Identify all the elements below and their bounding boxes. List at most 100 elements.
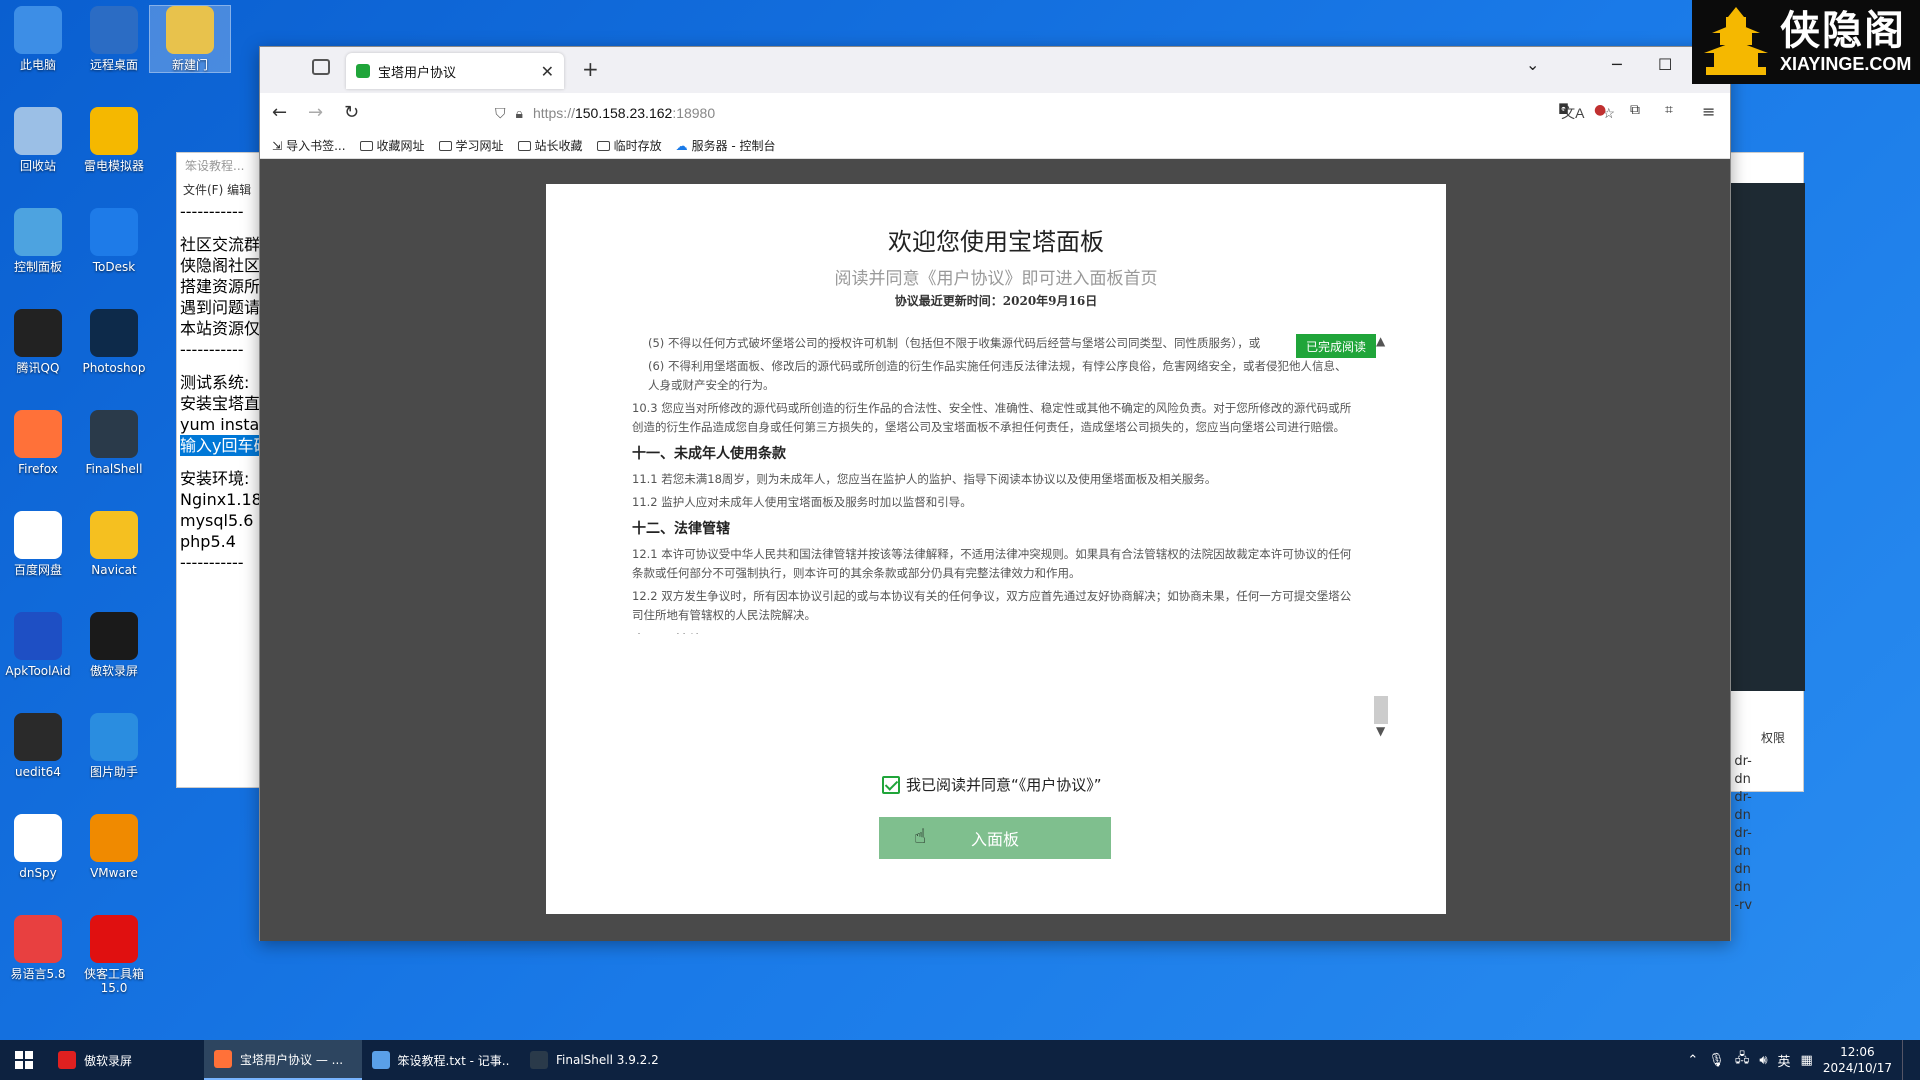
url-bar[interactable]: ⛉ 🔒︎ https:// 150.158.23.162 :18980 文A ☆	[495, 96, 1615, 130]
desktop-icon-qq[interactable]: 腾讯QQ	[0, 309, 78, 375]
notepad-line: php5.4	[180, 532, 236, 551]
desktop-icon-recycle-bin[interactable]: 回收站	[0, 107, 78, 173]
taskbar-app-icon	[530, 1051, 548, 1069]
scroll-down-icon[interactable]: ▼	[1376, 724, 1385, 738]
taskbar-app-icon	[58, 1051, 76, 1069]
minimize-icon[interactable]: ─	[1612, 55, 1622, 74]
agreement-paragraph: 12.2 双方发生争议时，所有因本协议引起的或与本协议有关的任何争议，双方应首先…	[632, 589, 1352, 622]
notepad-line: -----------	[180, 202, 244, 221]
taskbar-app-icon	[372, 1051, 390, 1069]
desktop-icon-photoshop[interactable]: Photoshop	[74, 309, 154, 375]
desktop-icon-ldplayer[interactable]: 雷电模拟器	[74, 107, 154, 173]
desktop-icon-label: FinalShell	[85, 462, 143, 476]
back-icon[interactable]: ←	[272, 102, 287, 123]
system-tray: ⌃ 🎙︎ 🖧︎ 🔊︎ 英 ▦ 12:06 2024/10/17	[1687, 1040, 1920, 1080]
tab-active[interactable]: 宝塔用户协议 ✕	[346, 53, 564, 89]
desktop-icon-label: ApkToolAid	[5, 664, 71, 678]
bookmark-label: 学习网址	[455, 139, 504, 153]
taskbar: 傲软录屏 宝塔用户协议 — ... 笨设教程.txt - 记事... FinalShe…	[0, 1040, 1920, 1080]
profile-avatar-icon[interactable]: ●	[1594, 102, 1606, 118]
desktop-icon-picture-helper[interactable]: 图片助手	[74, 713, 154, 779]
taskbar-app[interactable]: FinalShell 3.9.2.2	[520, 1040, 678, 1080]
taskbar-app[interactable]: 笨设教程.txt - 记事...	[362, 1040, 520, 1080]
extensions-icon[interactable]: ⧉	[1630, 102, 1640, 118]
notepad-line: 侠隐阁社区	[180, 256, 259, 275]
computer-icon	[14, 6, 62, 54]
bookmark-item[interactable]: 临时存放	[596, 137, 662, 154]
folder-icon	[166, 6, 214, 54]
tab-list-chevron-icon[interactable]: ⌄	[1526, 55, 1539, 74]
ime-indicator[interactable]: 英	[1778, 1051, 1791, 1070]
agreement-paragraph: 11.1 若您未满18周岁，则为未成年人，您应当在监护人的监护、指导下阅读本协议…	[632, 472, 1217, 486]
scroll-up-icon[interactable]: ▲	[1376, 334, 1385, 348]
browser-window[interactable]: 宝塔用户协议 ✕ + ⌄ ─ ☐ ✕ ← → ↻ ⛉ 🔒︎ https:// 1…	[259, 46, 1731, 941]
reload-icon[interactable]: ↻	[344, 102, 359, 123]
volume-icon[interactable]: 🔊︎	[1759, 1053, 1767, 1068]
lock-icon[interactable]: 🔒︎	[516, 105, 523, 122]
notepad-text[interactable]: ----------- 社区交流群 侠隐阁社区 搭建资源所 遇到问题请 本站资源仅 ----…	[177, 201, 259, 573]
menu-icon[interactable]: ≡	[1702, 102, 1715, 121]
bookmark-item[interactable]: 站长收藏	[517, 137, 583, 154]
desktop-icon-remote-desktop[interactable]: 远程桌面	[74, 6, 154, 72]
desktop-icon-apktoolaid[interactable]: ApkToolAid	[0, 612, 78, 678]
desktop-icon-screen-recorder[interactable]: 傲软录屏	[74, 612, 154, 678]
taskbar-app[interactable]: 宝塔用户协议 — ...	[204, 1040, 362, 1080]
desktop-icon-ultraedit[interactable]: uedit64	[0, 713, 78, 779]
watermark-en: XIAYINGE.COM	[1780, 54, 1912, 74]
apktoolaid-icon	[14, 612, 62, 660]
desktop-icon-xiake-toolbox[interactable]: 侠客工具箱15.0	[74, 915, 154, 995]
notepad-window[interactable]: 笨设教程... 文件(F) 编辑 ----------- 社区交流群 侠隐阁社区 搭建…	[176, 152, 260, 788]
network-icon[interactable]: 🖧︎	[1735, 1049, 1750, 1071]
dnspy-icon	[14, 814, 62, 862]
nav-bar: ← → ↻ ⛉ 🔒︎ https:// 150.158.23.162 :1898…	[260, 93, 1730, 133]
notepad-line: 社区交流群	[180, 235, 259, 254]
desktop-icon-firefox[interactable]: Firefox	[0, 410, 78, 476]
new-tab-icon[interactable]: +	[582, 57, 599, 81]
notepad-menu[interactable]: 文件(F) 编辑	[177, 179, 259, 201]
notepad-line: Nginx1.18	[180, 490, 259, 509]
desktop-icon-navicat[interactable]: Navicat	[74, 511, 154, 577]
desktop-icon-vmware[interactable]: VMware	[74, 814, 154, 880]
desktop-icon-label: Navicat	[91, 563, 137, 577]
tab-close-icon[interactable]: ✕	[541, 62, 554, 81]
bookmark-item[interactable]: ⇲ 导入书签...	[272, 137, 346, 154]
desktop-icon-computer[interactable]: 此电脑	[0, 6, 78, 72]
bookmark-item[interactable]: 收藏网址	[359, 137, 425, 154]
agreement-updated-date: 协议最近更新时间：2020年9月16日	[894, 294, 1098, 308]
agree-checkbox[interactable]	[882, 775, 900, 794]
tab-overview-icon[interactable]	[312, 59, 330, 75]
taskbar-app-label: 笨设教程.txt - 记事...	[397, 1053, 511, 1068]
desktop-icon-control-panel[interactable]: 控制面板	[0, 208, 78, 274]
desktop-icon-label: 易语言5.8	[10, 967, 66, 981]
show-desktop-button[interactable]	[1902, 1040, 1908, 1080]
bookmark-item[interactable]: 学习网址	[438, 137, 504, 154]
windows-start-icon[interactable]	[0, 1040, 48, 1080]
notepad-line: 输入y回车确	[180, 435, 259, 456]
microphone-icon[interactable]: 🎙︎	[1708, 1053, 1725, 1068]
desktop-icon-todesk[interactable]: ToDesk	[74, 208, 154, 274]
clock[interactable]: 12:06 2024/10/17	[1823, 1044, 1892, 1076]
desktop-icon-baidu-netdisk[interactable]: 百度网盘	[0, 511, 78, 577]
import-icon: ⇲	[272, 138, 283, 153]
scrollbar-thumb[interactable]	[1374, 696, 1388, 724]
forward-icon[interactable]: →	[308, 102, 323, 123]
maximize-icon[interactable]: ☐	[1658, 55, 1672, 74]
folder-icon	[596, 140, 610, 151]
modal-subtitle: 阅读并同意《用户协议》即可进入面板首页	[834, 269, 1158, 289]
desktop-icon-folder[interactable]: 新建门	[149, 5, 231, 73]
desktop-icon-label: 雷电模拟器	[83, 159, 144, 173]
agreement-text[interactable]: (5) 不得以任何方式破坏堡塔公司的授权许可机制（包括但不限于收集源代码后经营与…	[632, 334, 1352, 634]
bookmark-item[interactable]: ☁ 服务器 - 控制台	[676, 137, 776, 154]
input-grid-icon[interactable]: ▦	[1801, 1053, 1813, 1068]
control-panel-icon	[14, 208, 62, 256]
taskbar-app[interactable]: 傲软录屏	[48, 1040, 204, 1080]
desktop-icon-finalshell[interactable]: FinalShell	[74, 410, 154, 476]
crop-icon[interactable]: ⌗	[1665, 102, 1673, 118]
agree-checkbox-row[interactable]: 我已阅读并同意“《用户协议》”	[882, 774, 1102, 795]
desktop-icon-eyuyan[interactable]: 易语言5.8	[0, 915, 78, 981]
tray-chevron-icon[interactable]: ⌃	[1687, 1053, 1698, 1068]
desktop-icon-dnspy[interactable]: dnSpy	[0, 814, 78, 880]
pocket-icon[interactable]: ◘	[1558, 102, 1569, 118]
shield-icon[interactable]: ⛉	[495, 105, 506, 122]
recycle-bin-icon	[14, 107, 62, 155]
